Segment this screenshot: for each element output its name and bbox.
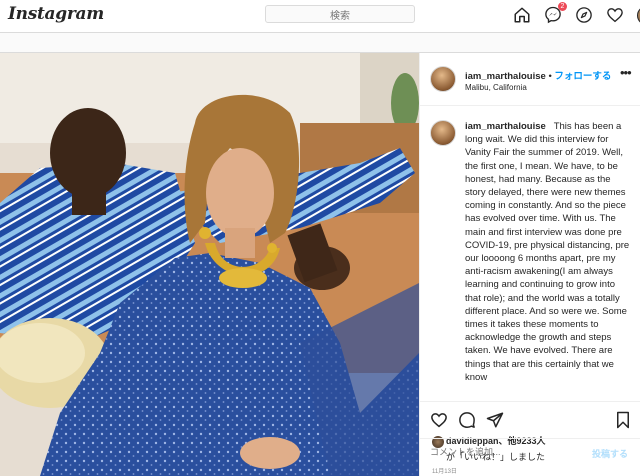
location-link[interactable]: Malibu, California: [465, 83, 527, 92]
more-options-icon[interactable]: •••: [620, 65, 631, 80]
nav-icons: 2: [512, 5, 640, 25]
avatar: [637, 6, 640, 25]
caption-text: This has been a long wait. We did this i…: [465, 121, 629, 383]
caption: iam_marthalouise This has been a long wa…: [465, 120, 631, 384]
comment-box: 投稿する: [420, 438, 640, 476]
avatar[interactable]: [430, 120, 456, 146]
follow-button[interactable]: フォローする: [554, 71, 611, 82]
avatar[interactable]: [430, 66, 456, 92]
post-actions: [420, 401, 640, 436]
top-nav-bar: Instagram 2: [0, 0, 640, 33]
profile-avatar-button[interactable]: [636, 5, 640, 25]
caption-username[interactable]: iam_marthalouise: [465, 121, 546, 132]
username-link[interactable]: iam_marthalouise: [465, 71, 546, 82]
instagram-logo[interactable]: Instagram: [8, 4, 104, 24]
paper-plane-icon[interactable]: [486, 411, 504, 429]
search-input[interactable]: [266, 9, 414, 25]
comment-input[interactable]: [430, 447, 590, 457]
post-image: [0, 53, 419, 476]
post-author: iam_marthalouise • フォローする: [465, 68, 611, 82]
post-card: iam_marthalouise • フォローする Malibu, Califo…: [0, 52, 640, 476]
messenger-icon[interactable]: 2: [543, 5, 563, 25]
home-icon[interactable]: [512, 5, 532, 25]
post-header: iam_marthalouise • フォローする Malibu, Califo…: [420, 53, 640, 106]
search-box[interactable]: [265, 5, 415, 23]
post-comment-button[interactable]: 投稿する: [592, 447, 628, 460]
heart-icon[interactable]: [605, 5, 625, 25]
comment-icon[interactable]: [458, 411, 476, 429]
bookmark-icon[interactable]: [615, 411, 633, 429]
compass-icon[interactable]: [574, 5, 594, 25]
post-sidebar: iam_marthalouise • フォローする Malibu, Califo…: [419, 53, 640, 476]
caption-area[interactable]: iam_marthalouise This has been a long wa…: [420, 106, 640, 401]
notification-badge: 2: [558, 2, 567, 11]
heart-icon[interactable]: [430, 411, 448, 429]
post-photo[interactable]: [0, 53, 419, 476]
separator-dot: •: [548, 71, 551, 82]
